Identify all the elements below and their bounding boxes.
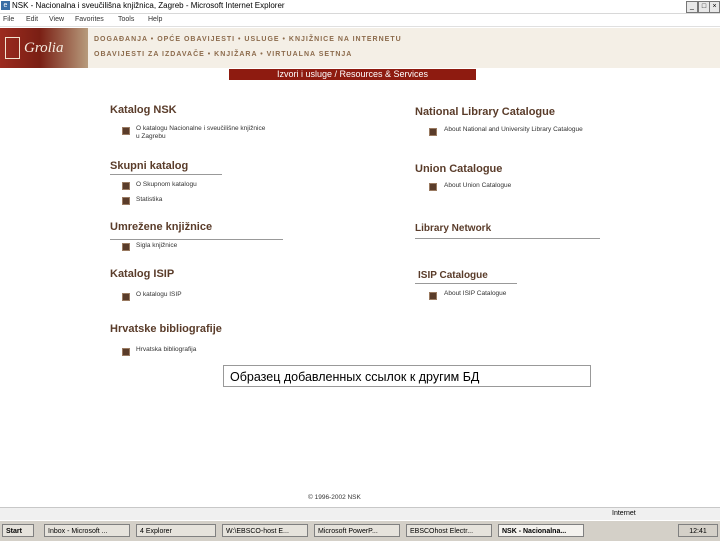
bullet-icon: [429, 292, 437, 300]
section-banner: Izvori i usluge / Resources & Services: [229, 69, 476, 80]
task-nsk-active[interactable]: NSK - Nacionalna...: [498, 524, 584, 537]
link-katalog-nsk[interactable]: O katalogu Nacionalne i sveučilišne knji…: [136, 125, 266, 141]
bullet-icon: [429, 183, 437, 191]
menu-favorites[interactable]: Favorites: [75, 16, 104, 23]
link-union-about[interactable]: About Union Catalogue: [444, 182, 511, 190]
heading-union[interactable]: Union Catalogue: [415, 163, 502, 175]
start-button[interactable]: Start: [2, 524, 34, 537]
heading-katalog-isip[interactable]: Katalog ISIP: [110, 268, 174, 280]
minimize-button[interactable]: _: [686, 1, 698, 13]
nav-line-1[interactable]: DOGAĐANJA • OPĆE OBAVIJESTI • USLUGE • K…: [94, 36, 402, 43]
nav-line-2[interactable]: OBAVIJESTI ZA IZDAVAČE • KNJIŽARA • VIRT…: [94, 51, 352, 58]
heading-underline: [415, 238, 600, 239]
heading-katalog-nsk[interactable]: Katalog NSK: [110, 104, 177, 116]
link-isip-about[interactable]: O katalogu ISIP: [136, 291, 266, 299]
menu-edit[interactable]: Edit: [26, 16, 38, 23]
close-button[interactable]: ×: [709, 1, 720, 13]
task-ebsco-electronic[interactable]: EBSCOhost Electr...: [406, 524, 492, 537]
bullet-icon: [122, 348, 130, 356]
clock: 12:41: [678, 524, 718, 537]
heading-umrezene[interactable]: Umrežene knjižnice: [110, 221, 212, 233]
status-bar: Internet: [0, 507, 720, 520]
task-explorer[interactable]: 4 Explorer: [136, 524, 216, 537]
link-bibliografija[interactable]: Hrvatska bibliografija: [136, 346, 196, 354]
ie-icon: e: [1, 1, 10, 10]
task-inbox[interactable]: Inbox - Microsoft ...: [44, 524, 130, 537]
link-isip-catalogue-about[interactable]: About ISIP Catalogue: [444, 290, 506, 298]
logo-mark-icon: [5, 37, 20, 59]
menu-tools[interactable]: Tools: [118, 16, 134, 23]
heading-skupni-katalog[interactable]: Skupni katalog: [110, 160, 188, 172]
bullet-icon: [429, 128, 437, 136]
caption-overlay: Образец добавленных ссылок к другим БД: [223, 365, 591, 387]
bullet-icon: [122, 243, 130, 251]
bullet-icon: [122, 127, 130, 135]
bullet-icon: [122, 197, 130, 205]
heading-network[interactable]: Library Network: [415, 223, 491, 234]
heading-underline: [110, 239, 283, 240]
taskbar: Start Inbox - Microsoft ... 4 Explorer W…: [0, 520, 720, 541]
menu-bar: File Edit View Favorites Tools Help: [0, 14, 720, 27]
menu-help[interactable]: Help: [148, 16, 162, 23]
heading-underline: [415, 283, 517, 284]
task-ebsco-host[interactable]: W:\EBSCO-host E...: [222, 524, 308, 537]
link-skupni-about[interactable]: O Skupnom katalogu: [136, 181, 197, 189]
heading-nlc[interactable]: National Library Catalogue: [415, 106, 555, 118]
status-zone: Internet: [612, 510, 636, 517]
link-nlc-about[interactable]: About National and University Library Ca…: [444, 126, 584, 134]
logo-wordmark: Grolia: [24, 40, 64, 56]
site-nav: [88, 28, 720, 68]
task-powerpoint[interactable]: Microsoft PowerP...: [314, 524, 400, 537]
heading-underline: [110, 174, 222, 175]
title-bar: e NSK - Nacionalna i sveučilišna knjižni…: [0, 0, 720, 14]
link-skupni-stats[interactable]: Statistika: [136, 196, 162, 204]
bullet-icon: [122, 293, 130, 301]
window-title: NSK - Nacionalna i sveučilišna knjižnica…: [12, 1, 285, 10]
menu-view[interactable]: View: [49, 16, 64, 23]
link-sigla[interactable]: Sigla knjižnice: [136, 242, 177, 250]
site-logo[interactable]: Grolia: [0, 28, 88, 68]
menu-file[interactable]: File: [3, 16, 14, 23]
heading-isip-catalogue[interactable]: ISIP Catalogue: [418, 270, 488, 281]
bullet-icon: [122, 182, 130, 190]
copyright: © 1996-2002 NSK: [308, 494, 361, 501]
heading-bibliografije[interactable]: Hrvatske bibliografije: [110, 323, 222, 335]
